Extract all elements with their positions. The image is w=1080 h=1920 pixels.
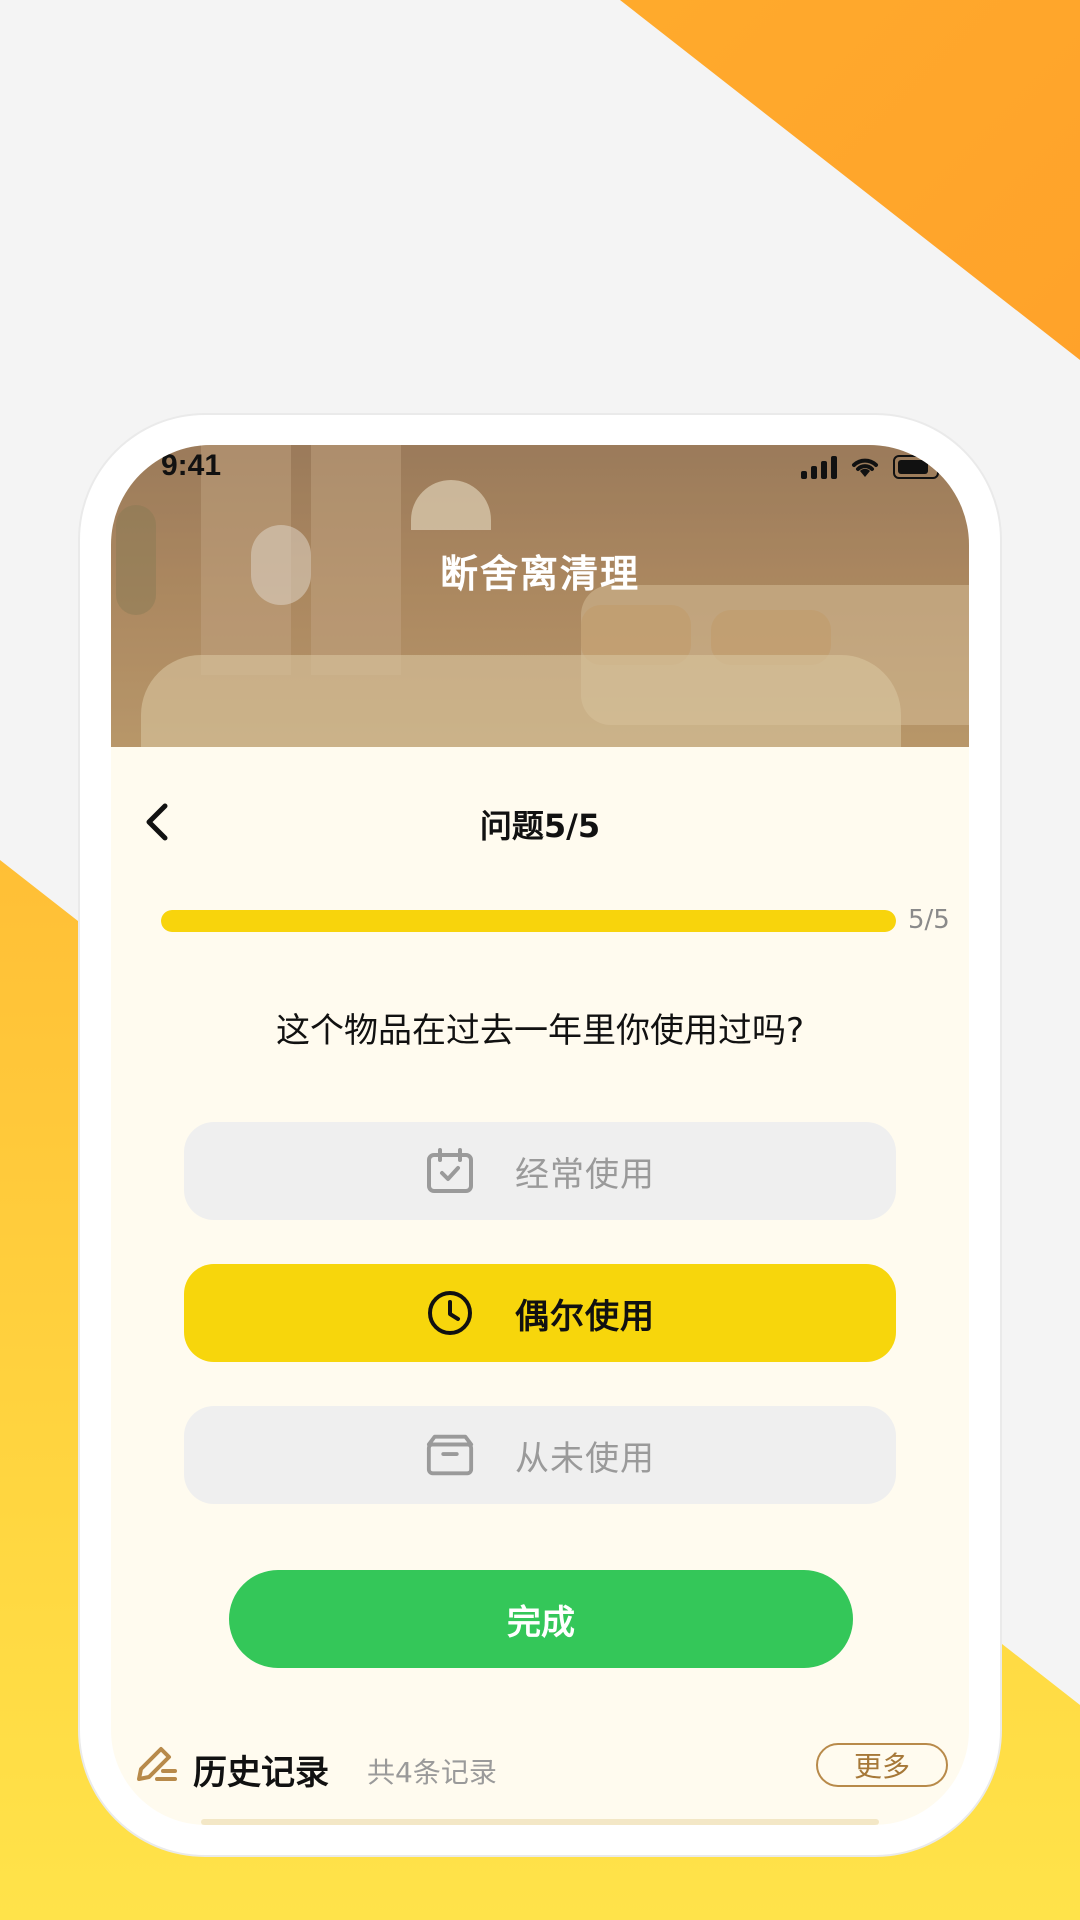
option-occasional[interactable]: 偶尔使用	[184, 1264, 896, 1362]
clock-icon	[425, 1288, 475, 1338]
more-button[interactable]: 更多	[816, 1743, 948, 1787]
option-label: 经常使用	[515, 1154, 655, 1195]
option-never[interactable]: 从未使用	[184, 1406, 896, 1504]
battery-icon	[893, 455, 939, 479]
done-button[interactable]: 完成	[229, 1570, 853, 1668]
option-label: 从未使用	[515, 1438, 655, 1479]
progress-fill	[161, 910, 896, 932]
history-title: 历史记录	[193, 1753, 329, 1793]
calendar-check-icon	[425, 1146, 475, 1196]
bottom-edge	[201, 1819, 879, 1825]
hero-banner: 9:41 断舍离清理	[111, 445, 969, 747]
question-nav: 问题5/5	[111, 785, 969, 865]
question-counter: 问题5/5	[479, 807, 601, 845]
background-orange-top	[620, 0, 1080, 360]
archive-box-icon	[425, 1430, 475, 1480]
question-text: 这个物品在过去一年里你使用过吗?	[275, 1011, 805, 1051]
wifi-icon	[852, 458, 878, 477]
option-frequent[interactable]: 经常使用	[184, 1122, 896, 1220]
edit-icon	[137, 1747, 177, 1781]
history-count: 共4条记录	[367, 1756, 497, 1789]
history-section: 历史记录 共4条记录 更多	[111, 1735, 969, 1805]
progress-text: 5/5	[908, 905, 950, 935]
app-screen: 9:41 断舍离清理 问题5/5 5/5 这个物品在过去一年里你使用过吗? 经常…	[111, 445, 969, 1825]
status-icons	[801, 455, 939, 479]
page-title: 断舍离清理	[439, 552, 640, 596]
status-time: 9:41	[161, 449, 222, 482]
signal-icon	[801, 455, 837, 479]
option-label: 偶尔使用	[515, 1296, 655, 1337]
progress-bar	[161, 910, 896, 932]
